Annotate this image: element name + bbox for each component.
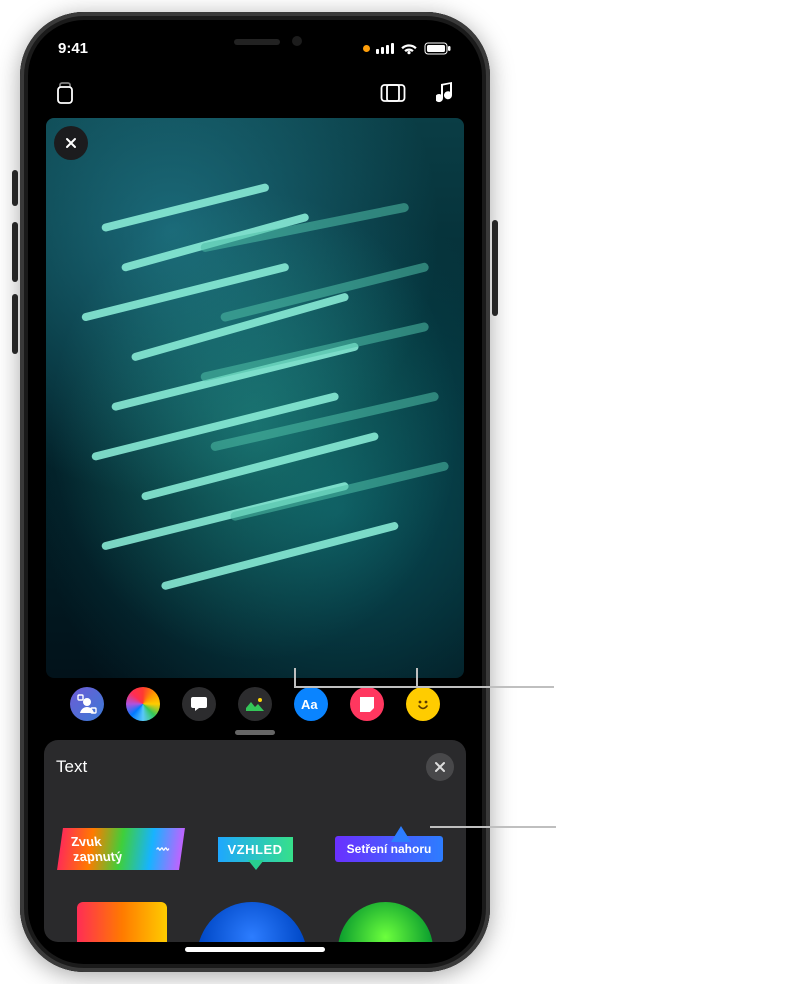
text-label-option-3[interactable]: Setření nahoru: [328, 824, 450, 874]
filters-effect-button[interactable]: [126, 687, 160, 721]
status-time: 9:41: [58, 40, 88, 57]
svg-text:Aa: Aa: [301, 697, 318, 711]
callout-line: [294, 668, 296, 686]
notch: [160, 26, 350, 56]
panel-close-button[interactable]: [426, 753, 454, 781]
music-icon[interactable]: [432, 80, 458, 106]
mute-switch: [12, 170, 18, 206]
iphone-frame: 9:41: [20, 12, 490, 972]
volume-up-button: [12, 222, 18, 282]
recording-indicator-icon: [363, 45, 370, 52]
text-label-1-text: Zvuk zapnutý: [70, 834, 155, 864]
live-titles-effect-button[interactable]: [182, 687, 216, 721]
text-label-2-text: VZHLED: [218, 837, 293, 862]
side-button: [492, 220, 498, 316]
stickers-effect-button[interactable]: [238, 687, 272, 721]
panel-grabber[interactable]: [235, 730, 275, 735]
volume-down-button: [12, 294, 18, 354]
text-label-option-1[interactable]: Zvuk zapnutý: [60, 824, 182, 874]
aspect-ratio-icon[interactable]: [380, 80, 406, 106]
text-label-option-6[interactable]: [338, 902, 433, 942]
text-label-options: Zvuk zapnutý VZHLED Setření nahoru: [56, 824, 454, 874]
home-indicator[interactable]: [185, 947, 325, 952]
clip-artwork: [46, 118, 464, 675]
callout-line: [416, 668, 418, 686]
projects-icon[interactable]: [52, 80, 78, 106]
clip-preview[interactable]: [46, 118, 464, 678]
sound-waves-icon: [156, 843, 170, 855]
screen: 9:41: [36, 26, 474, 958]
callout-line: [294, 686, 554, 688]
clips-app-bar: [36, 72, 474, 114]
panel-title: Text: [56, 757, 87, 777]
wifi-icon: [400, 42, 418, 55]
text-label-3-text: Setření nahoru: [335, 836, 444, 862]
text-label-options-row-2: [44, 902, 466, 942]
battery-icon: [424, 42, 452, 55]
close-preview-button[interactable]: [54, 126, 88, 160]
shapes-effect-button[interactable]: [350, 687, 384, 721]
cellular-signal-icon: [376, 43, 394, 54]
callout-line: [430, 826, 556, 828]
text-label-option-2[interactable]: VZHLED: [194, 824, 316, 874]
text-label-option-5[interactable]: [197, 902, 307, 942]
emoji-effect-button[interactable]: [406, 687, 440, 721]
text-label-option-4[interactable]: [77, 902, 167, 942]
text-effect-button[interactable]: Aa: [294, 687, 328, 721]
text-options-panel: Text Zvuk zapnutý VZHLED: [44, 740, 466, 942]
memoji-effect-button[interactable]: [70, 687, 104, 721]
